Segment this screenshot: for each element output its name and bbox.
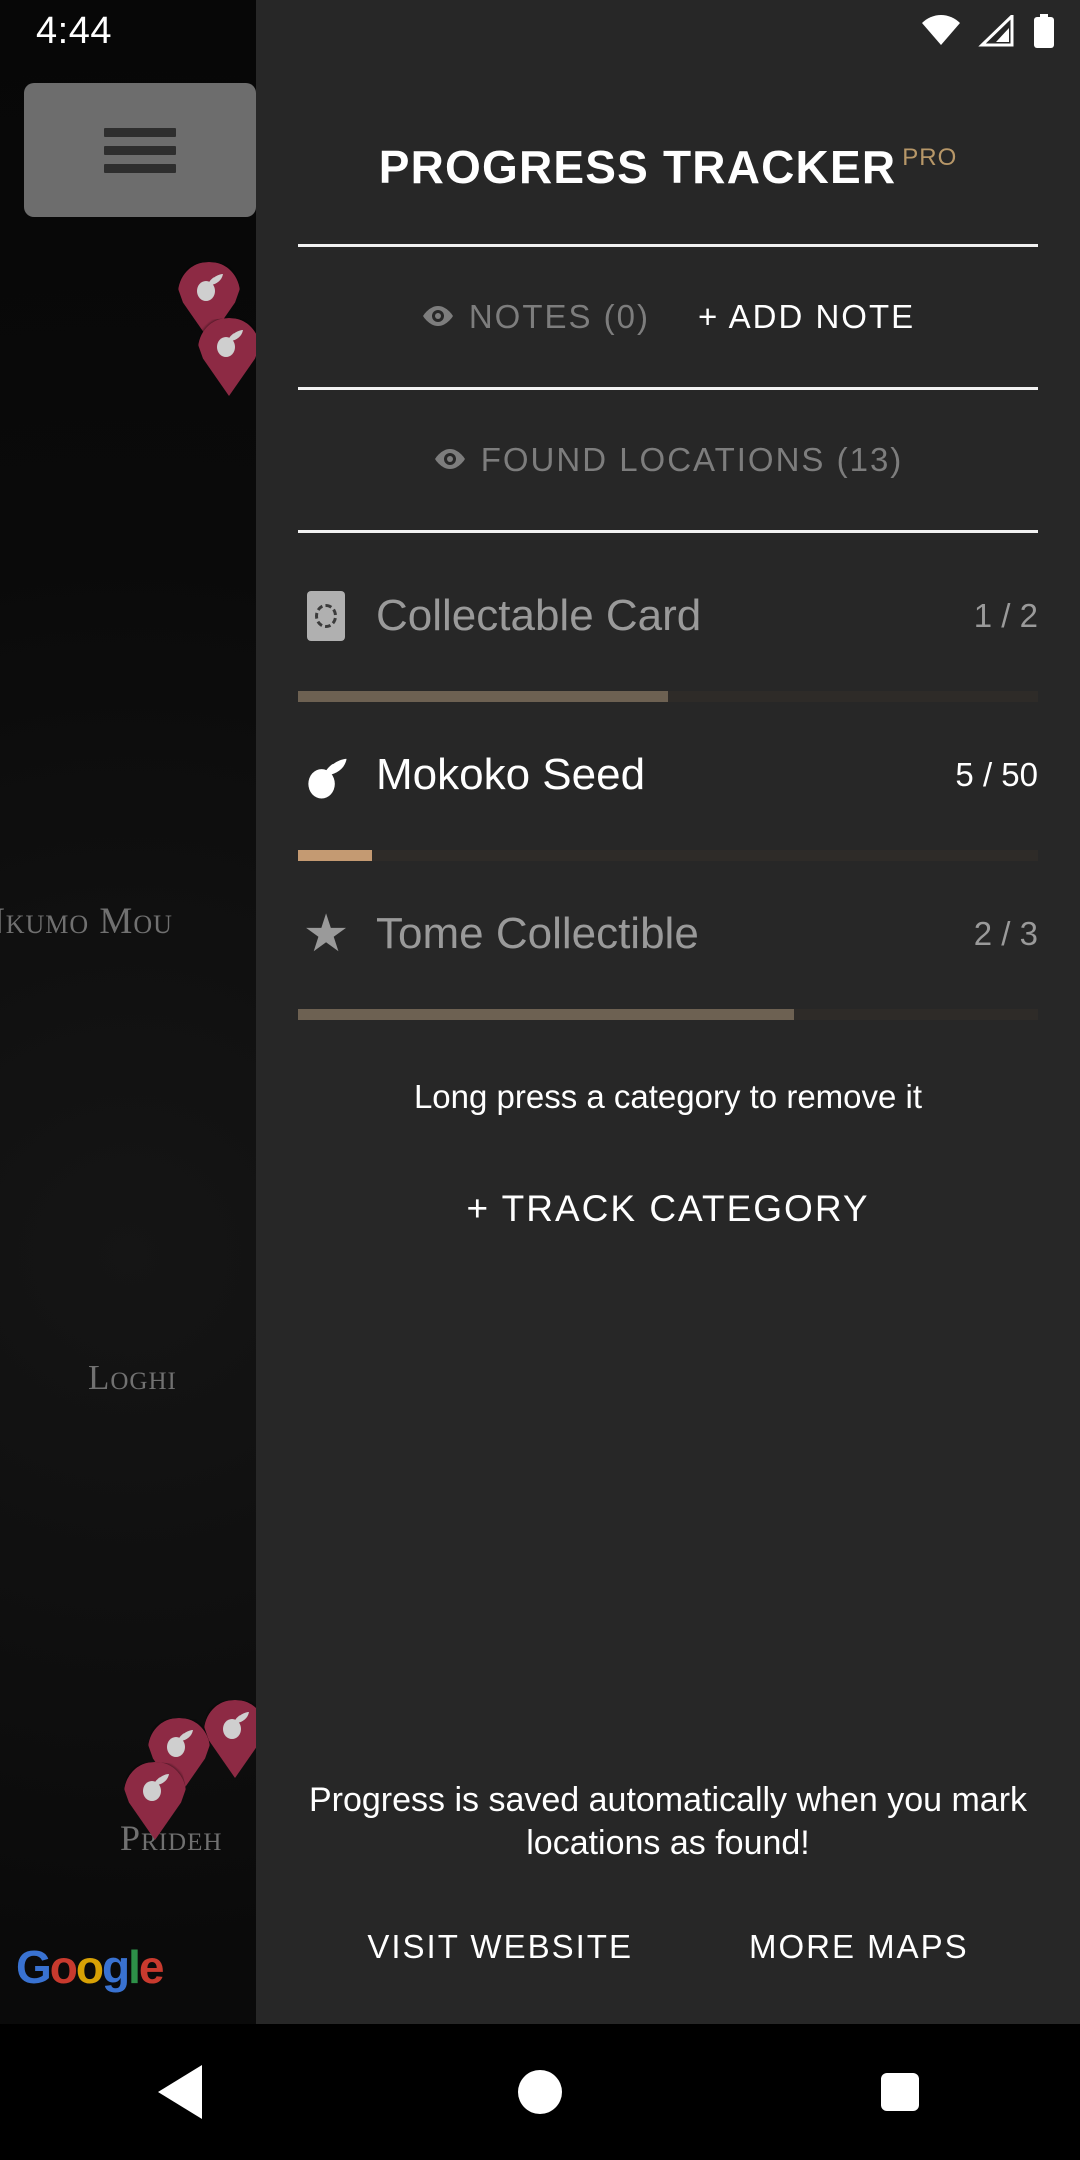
- google-attribution-logo: Google: [16, 1940, 165, 1994]
- tracked-categories-list: Collectable Card 1 / 2 Mokoko Seed 5 / 5…: [298, 533, 1038, 1020]
- eye-icon: [421, 298, 455, 336]
- track-category-button[interactable]: + TRACK CATEGORY: [298, 1188, 1038, 1230]
- map-label-region: nkumo Mou: [0, 901, 173, 942]
- star-icon: ★: [302, 905, 350, 963]
- collectable-card-icon: [298, 588, 354, 644]
- page-title: PROGRESS TRACKER: [378, 141, 897, 193]
- category-name: Mokoko Seed: [376, 750, 646, 799]
- toggle-found-locations-button[interactable]: FOUND LOCATIONS (13): [433, 441, 904, 479]
- mokoko-seed-icon: [162, 1724, 196, 1758]
- google-logo-letter: g: [102, 1941, 130, 1993]
- category-progress-fill: [298, 1009, 794, 1020]
- screen: nkumo Mou Loghi Prideh: [0, 0, 1080, 2160]
- visit-website-link[interactable]: VISIT WEBSITE: [367, 1928, 633, 1966]
- recents-button[interactable]: [820, 2073, 980, 2111]
- category-progress-fill: [298, 850, 372, 861]
- more-maps-link[interactable]: MORE MAPS: [749, 1928, 969, 1966]
- notes-label: NOTES (0): [468, 298, 651, 335]
- add-note-button[interactable]: + ADD NOTE: [698, 298, 915, 336]
- toggle-notes-visibility-button[interactable]: NOTES (0): [421, 298, 650, 336]
- map-label-region: Loghi: [88, 1358, 177, 1397]
- panel-header: PROGRESS TRACKER PRO: [298, 140, 1038, 194]
- category-row-tome-collectible[interactable]: ★ Tome Collectible 2 / 3: [298, 861, 1038, 1020]
- google-logo-letter: l: [128, 1941, 141, 1993]
- found-locations-row: FOUND LOCATIONS (13): [298, 390, 1038, 530]
- category-name: Tome Collectible: [376, 909, 699, 958]
- autosave-note: Progress is saved automatically when you…: [308, 1780, 1028, 1863]
- google-logo-letter: e: [138, 1941, 165, 1993]
- pro-badge: PRO: [902, 144, 958, 171]
- hamburger-icon: [104, 119, 176, 182]
- mokoko-seed-icon: [218, 1706, 252, 1740]
- hamburger-menu-button[interactable]: [24, 83, 256, 217]
- footer-links: VISIT WEBSITE MORE MAPS: [298, 1928, 1038, 1966]
- category-count: 1 / 2: [973, 597, 1038, 634]
- category-count: 5 / 50: [955, 756, 1038, 793]
- category-progress-bar: [298, 691, 1038, 702]
- found-locations-label: FOUND LOCATIONS (13): [480, 441, 904, 478]
- mokoko-seed-icon: [192, 268, 226, 302]
- eye-icon: [433, 441, 467, 479]
- google-logo-letter: G: [16, 1941, 52, 1993]
- notes-row: NOTES (0) + ADD NOTE: [298, 247, 1038, 387]
- mokoko-seed-icon: [138, 1768, 172, 1802]
- category-row-mokoko-seed[interactable]: Mokoko Seed 5 / 50: [298, 702, 1038, 861]
- google-logo-letter: o: [49, 1941, 78, 1993]
- home-button[interactable]: [460, 2070, 620, 2114]
- android-navigation-bar: [0, 2024, 1080, 2160]
- mokoko-seed-icon: [298, 747, 354, 803]
- map-label-region: Prideh: [120, 1818, 223, 1858]
- mokoko-seed-icon: [212, 324, 246, 358]
- category-row-collectable-card[interactable]: Collectable Card 1 / 2: [298, 543, 1038, 702]
- category-progress-bar: [298, 850, 1038, 861]
- long-press-hint: Long press a category to remove it: [413, 1078, 923, 1115]
- progress-tracker-panel: PROGRESS TRACKER PRO NOTES (0) + ADD NOT…: [256, 0, 1080, 2024]
- map-pin-mokoko-seed[interactable]: [198, 318, 260, 396]
- category-progress-bar: [298, 1009, 1038, 1020]
- category-name: Collectable Card: [376, 591, 702, 640]
- back-button[interactable]: [100, 2065, 260, 2119]
- google-logo-letter: o: [75, 1941, 104, 1993]
- category-progress-fill: [298, 691, 668, 702]
- panel-footer: Progress is saved automatically when you…: [298, 1779, 1038, 2024]
- category-count: 2 / 3: [973, 915, 1038, 952]
